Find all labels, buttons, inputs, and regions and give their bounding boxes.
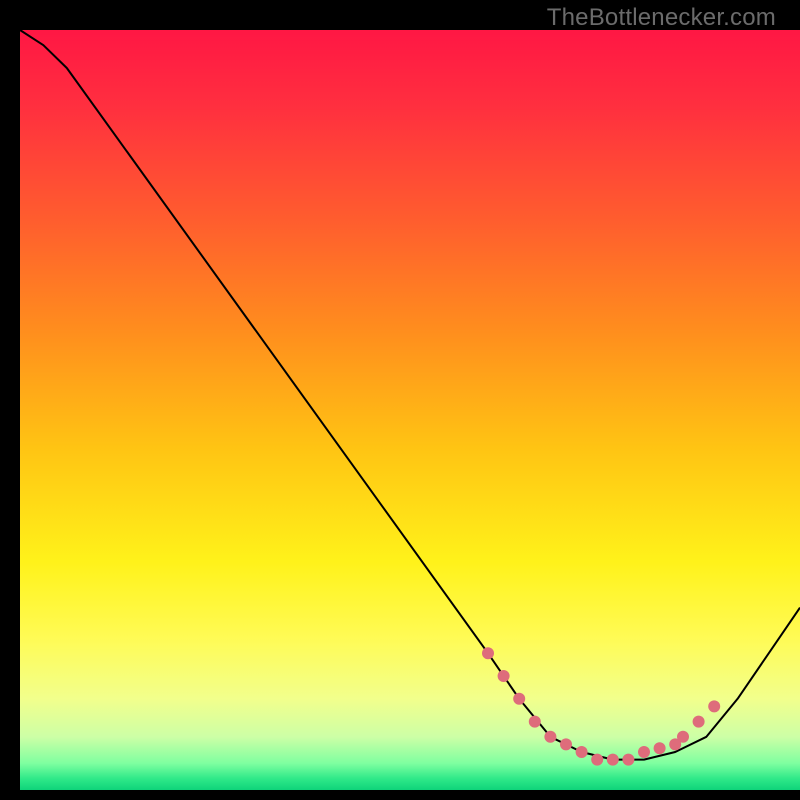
marker-point xyxy=(638,746,650,758)
marker-point xyxy=(576,746,588,758)
plot-area xyxy=(20,30,800,790)
marker-point xyxy=(677,731,689,743)
marker-point xyxy=(529,716,541,728)
marker-point xyxy=(544,731,556,743)
marker-point xyxy=(654,742,666,754)
chart-frame: TheBottlenecker.com xyxy=(10,0,790,790)
marker-point xyxy=(560,738,572,750)
marker-point xyxy=(591,754,603,766)
marker-point xyxy=(693,716,705,728)
bottleneck-chart xyxy=(20,30,800,790)
watermark-text: TheBottlenecker.com xyxy=(547,4,776,32)
marker-point xyxy=(513,693,525,705)
marker-point xyxy=(708,700,720,712)
marker-point xyxy=(498,670,510,682)
marker-point xyxy=(482,647,494,659)
marker-point xyxy=(622,754,634,766)
marker-point xyxy=(607,754,619,766)
gradient-background xyxy=(20,30,800,790)
